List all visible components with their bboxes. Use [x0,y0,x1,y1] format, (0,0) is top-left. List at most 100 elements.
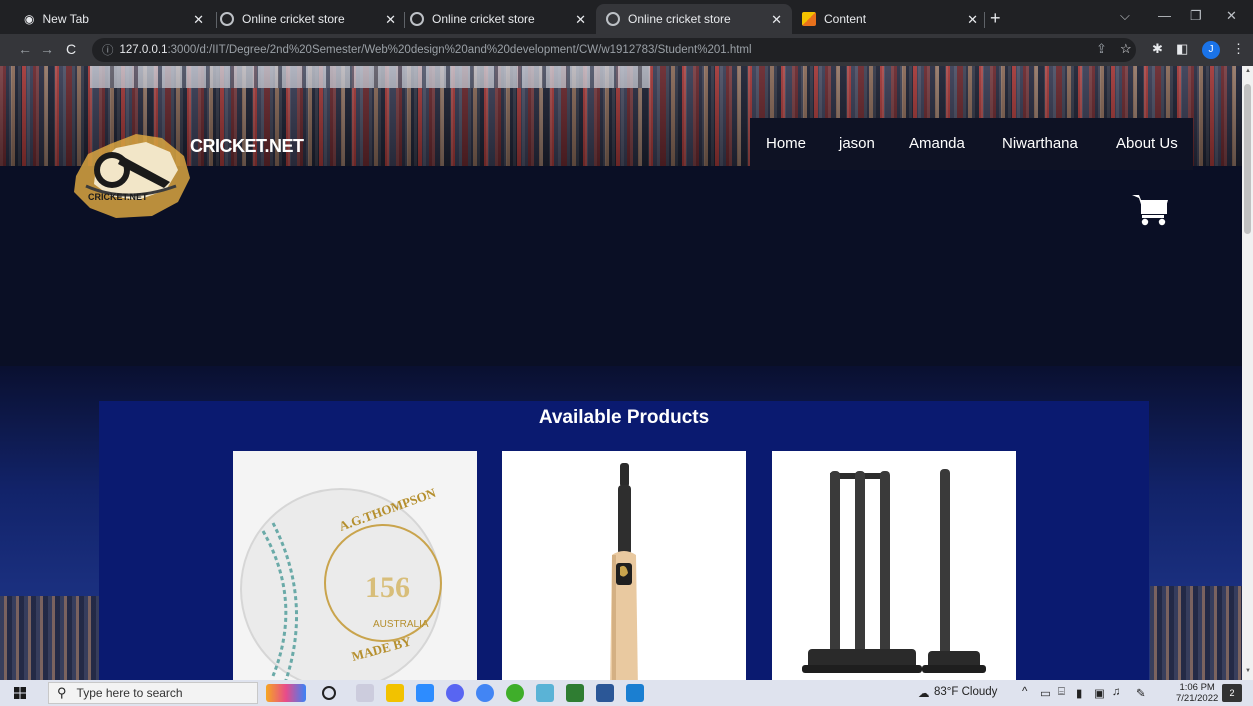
screen: ◉ New Tab ✕ Online cricket store ✕ Onlin… [0,0,1253,706]
word-icon[interactable] [596,684,614,702]
tab-title: New Tab [42,12,89,26]
cortana-icon[interactable] [322,686,336,700]
nav-about-us[interactable]: About Us [1116,135,1178,152]
forward-icon[interactable]: → [40,41,54,57]
news-widget-icon[interactable] [266,684,306,702]
notification-count: 2 [1229,688,1235,698]
search-placeholder: Type here to search [76,686,183,700]
product-card-cricket-stumps[interactable] [772,451,1016,680]
scroll-down-arrow-icon[interactable]: ▼ [1245,668,1251,674]
profile-avatar[interactable]: J [1202,41,1220,59]
product-card-cricket-ball[interactable]: A.G.THOMPSON 156 AUSTRALIA MADE BY [233,451,477,680]
stadium-stands-left [0,596,100,680]
microphone-icon[interactable]: ▮ [1076,686,1082,700]
info-icon: ⓘ [102,45,114,57]
app-icon[interactable] [536,684,554,702]
close-window-icon[interactable]: ✕ [1226,8,1237,24]
show-hidden-icons[interactable]: ^ [1022,686,1027,698]
tab-new-tab[interactable]: ◉ New Tab ✕ [14,4,214,34]
shopping-cart-icon[interactable] [1130,192,1170,226]
taskbar-search-input[interactable]: ⚲ Type here to search [48,682,258,704]
scroll-up-arrow-icon[interactable]: ▲ [1245,68,1251,74]
tab-content[interactable]: Content ✕ [792,4,988,34]
tab-online-cricket-store-2[interactable]: Online cricket store ✕ [400,4,596,34]
page-scrollbar[interactable]: ▲ ▼ [1242,66,1253,680]
cricket-bat-image [502,451,746,680]
task-view-icon[interactable] [356,684,374,702]
ball-number-text: 156 [365,571,410,604]
nav-amanda[interactable]: Amanda [909,135,965,152]
close-icon[interactable]: ✕ [385,12,396,28]
vscode-icon[interactable] [626,684,644,702]
site-logo[interactable]: CRICKET.NET [66,126,194,222]
close-icon[interactable]: ✕ [575,12,586,28]
display-icon[interactable]: ▣ [1094,686,1105,700]
tab-title: Online cricket store [432,12,535,26]
scrollbar-thumb[interactable] [1244,84,1251,234]
clock-date: 7/21/2022 [1176,693,1219,704]
side-panel-icon[interactable]: ◧ [1176,41,1188,57]
tab-title: Online cricket store [628,12,731,26]
share-icon[interactable]: ⇪ [1096,41,1107,57]
site-title: CRICKET.NET [190,136,304,156]
address-bar[interactable]: ⓘ 127.0.0.1 :3000/d:/IIT/Degree/2nd%20Se… [92,38,1136,62]
cricket-ball-image: A.G.THOMPSON 156 AUSTRALIA MADE BY [233,451,477,680]
network-icon[interactable]: ⌸ [1058,686,1065,699]
tab-title: Online cricket store [242,12,345,26]
clock-time: 1:06 PM [1179,682,1215,693]
globe-icon [220,12,234,26]
cricket-stumps-image [772,451,1016,680]
address-host: 127.0.0.1 [119,44,168,56]
back-icon[interactable]: ← [18,41,32,57]
products-heading: Available Products [538,407,710,428]
discord-icon[interactable] [446,684,464,702]
restore-icon[interactable]: ❐ [1190,8,1202,24]
utorrent-icon[interactable] [506,684,524,702]
minimize-icon[interactable]: — [1158,8,1171,23]
chrome-icon[interactable] [476,684,494,702]
tab-search-icon[interactable]: ⌵ [1120,8,1130,24]
close-icon[interactable]: ✕ [771,12,782,28]
nav-home[interactable]: Home [766,135,806,152]
zoom-icon[interactable] [416,684,434,702]
content-icon [802,12,816,26]
windows-start-icon[interactable] [14,687,26,699]
extensions-icon[interactable]: ✱ [1152,41,1163,57]
weather-icon: ☁ [918,688,930,700]
browser-tab-strip: ◉ New Tab ✕ Online cricket store ✕ Onlin… [0,0,1253,34]
globe-icon [606,12,620,26]
tab-online-cricket-store-active[interactable]: Online cricket store ✕ [596,4,792,34]
battery-icon[interactable]: ▭ [1040,686,1051,700]
close-icon[interactable]: ✕ [193,12,204,28]
tab-separator [984,12,985,28]
close-icon[interactable]: ✕ [967,12,978,28]
globe-icon [410,12,424,26]
new-tab-icon: ◉ [24,12,35,26]
menu-icon[interactable]: ⋮ [1232,41,1245,57]
main-navigation: Home jason Amanda Niwarthana About Us [750,118,1193,170]
nav-niwarthana[interactable]: Niwarthana [1002,135,1078,152]
tab-online-cricket-store-1[interactable]: Online cricket store ✕ [210,4,406,34]
volume-icon[interactable]: ♫ [1112,686,1121,698]
search-icon: ⚲ [57,685,67,700]
logo-text: CRICKET.NET [88,192,148,202]
windows-taskbar: ⚲ Type here to search ☁ 83°F Cloudy ^ ▭ … [0,680,1253,706]
file-explorer-icon[interactable] [386,684,404,702]
taskbar-clock[interactable]: 1:06 PM 7/21/2022 [1176,682,1218,704]
address-path: :3000/d:/IIT/Degree/2nd%20Semester/Web%2… [167,44,752,56]
notification-center-icon[interactable]: 2 [1222,684,1242,702]
new-tab-button[interactable]: + [990,8,1001,29]
nav-jason[interactable]: jason [839,135,875,152]
tab-title: Content [824,12,867,26]
browser-toolbar: ← → C ⓘ 127.0.0.1 :3000/d:/IIT/Degree/2n… [0,34,1253,66]
products-section: Available Products A.G.THOMPSON 156 AUST… [99,401,1149,680]
reload-icon[interactable]: C [66,41,76,57]
ball-country-text: AUSTRALIA [373,619,429,630]
page-viewport: CRICKET.NET CRICKET.NET Home jason Amand… [0,66,1242,680]
weather-text[interactable]: 83°F Cloudy [934,686,997,698]
stadium-stands-right [1150,586,1242,680]
product-card-cricket-bat[interactable] [502,451,746,680]
pen-icon[interactable]: ✎ [1136,686,1146,700]
winrar-icon[interactable] [566,684,584,702]
bookmark-star-icon[interactable]: ☆ [1120,41,1132,57]
